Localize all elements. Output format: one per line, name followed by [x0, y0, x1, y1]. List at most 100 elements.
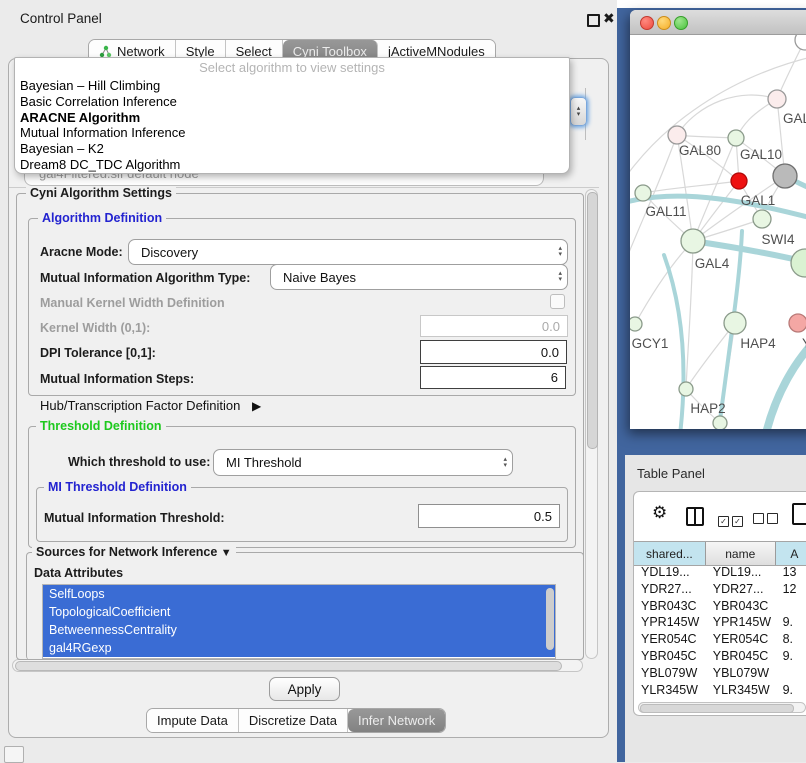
mi-steps-label: Mutual Information Steps: [40, 372, 194, 386]
network-window-titlebar[interactable] [630, 10, 806, 35]
column-header[interactable]: A [776, 542, 806, 565]
table-row[interactable]: YIL052CYIL052C9 [634, 699, 806, 700]
select-all-icon[interactable]: ✓✓ [718, 511, 746, 529]
algorithm-option[interactable]: Basic Correlation Inference [15, 94, 569, 110]
scrollbar-thumb[interactable] [587, 192, 598, 449]
table-cell [776, 599, 806, 616]
network-node[interactable] [713, 416, 727, 429]
table-cell: YIL052C [634, 699, 706, 700]
network-node[interactable] [773, 164, 797, 188]
expanded-arrow-icon: ▼ [221, 547, 232, 559]
network-node[interactable] [795, 35, 806, 50]
network-node-gcy1[interactable] [630, 317, 642, 331]
column-header[interactable]: name [706, 542, 776, 565]
data-attribute-item[interactable]: TopologicalCoefficient [43, 603, 555, 621]
manual-kernel-checkbox[interactable] [550, 294, 565, 309]
network-node-y[interactable] [789, 314, 806, 332]
data-attribute-item[interactable]: BetweennessCentrality [43, 621, 555, 639]
mi-steps-field[interactable]: 6 [420, 366, 566, 389]
aracne-mode-combo[interactable]: Discovery ▴▾ [128, 239, 568, 265]
zoom-traffic-light[interactable] [674, 16, 688, 30]
node-label: HAP4 [740, 336, 776, 351]
table-row[interactable]: YBL079WYBL079W [634, 666, 806, 683]
table-row[interactable]: YDL19...YDL19...13 [634, 565, 806, 582]
table-cell [776, 666, 806, 683]
split-columns-icon[interactable] [686, 507, 704, 526]
node-label: SWI4 [761, 232, 794, 247]
table-row[interactable]: YBR043CYBR043C [634, 599, 806, 616]
network-node-swi4[interactable] [791, 249, 806, 277]
node-label: HAP2 [690, 401, 725, 416]
data-attributes-list[interactable]: SelfLoopsTopologicalCoefficientBetweenne… [42, 584, 556, 659]
algorithm-combo-stepper[interactable]: ▴▾ [570, 97, 587, 126]
network-node-hap4[interactable] [724, 312, 746, 334]
table-panel-title: Table Panel [637, 466, 705, 481]
tab-discretize-data[interactable]: Discretize Data [239, 709, 348, 732]
table-cell: 9. [776, 615, 806, 632]
algorithm-option[interactable]: Mutual Information Inference [15, 125, 569, 141]
algorithm-definition-title: Algorithm Definition [38, 211, 166, 225]
algorithm-option[interactable]: Bayesian – Hill Climbing [15, 78, 569, 94]
network-node-gal11[interactable] [635, 185, 651, 201]
tab-infer-network[interactable]: Infer Network [348, 709, 445, 732]
gear-icon[interactable]: ⚙ [652, 503, 667, 523]
cyni-algorithm-settings-title: Cyni Algorithm Settings [26, 186, 176, 200]
mi-threshold-field[interactable]: 0.5 [418, 504, 560, 528]
kernel-width-field[interactable]: 0.0 [420, 315, 568, 337]
list-scrollbar-thumb[interactable] [546, 588, 554, 650]
restore-window-icon[interactable] [587, 14, 600, 27]
network-node[interactable] [731, 173, 747, 189]
document-icon[interactable] [792, 503, 806, 525]
algorithm-option[interactable]: Bayesian – K2 [15, 141, 569, 157]
sources-title-text: Sources for Network Inference [36, 545, 217, 559]
column-header[interactable]: shared... [634, 542, 706, 565]
aracne-mode-label: Aracne Mode: [40, 245, 123, 259]
table-cell: YER054C [634, 632, 706, 649]
minimized-panel-icon[interactable] [4, 746, 24, 763]
node-label: GAL80 [679, 143, 721, 158]
network-view-window[interactable]: GALGAL80GAL10GAL1GAL11GAL4SWI4GCY1HAP4YH… [630, 10, 806, 429]
table-row[interactable]: YLR345WYLR345W9. [634, 683, 806, 700]
network-graph-canvas[interactable]: GALGAL80GAL10GAL1GAL11GAL4SWI4GCY1HAP4YH… [630, 35, 806, 429]
algorithm-option[interactable]: Dream8 DC_TDC Algorithm [15, 157, 569, 173]
node-table: ⚙ ✓✓ shared...nameA YDL19...YDL19...13YD… [633, 491, 806, 716]
close-window-icon[interactable]: ✖ [603, 10, 615, 27]
mi-type-combo[interactable]: Naive Bayes ▴▾ [270, 264, 568, 290]
settings-horizontal-scrollbar[interactable] [12, 659, 583, 672]
data-attribute-item[interactable]: gal4RGexp [43, 639, 555, 657]
settings-vertical-scrollbar[interactable] [585, 189, 598, 659]
manual-kernel-label: Manual Kernel Width Definition [40, 296, 225, 310]
apply-button[interactable]: Apply [269, 677, 340, 701]
table-horizontal-scrollbar[interactable] [638, 702, 806, 713]
network-node-hap2[interactable] [679, 382, 693, 396]
sources-group-title[interactable]: Sources for Network Inference ▼ [32, 545, 236, 559]
minimize-traffic-light[interactable] [657, 16, 671, 30]
deselect-all-icon[interactable] [753, 511, 781, 529]
algorithm-option[interactable]: ARACNE Algorithm [15, 110, 569, 126]
network-node-gal[interactable] [768, 90, 786, 108]
dpi-tolerance-field[interactable]: 0.0 [420, 340, 567, 364]
table-row[interactable]: YPR145WYPR145W9. [634, 615, 806, 632]
scrollbar-thumb[interactable] [640, 704, 794, 713]
hub-definition-toggle[interactable]: Hub/Transcription Factor Definition ▶ [40, 398, 261, 413]
network-node-gal1[interactable] [753, 210, 771, 228]
table-cell: YDL19... [706, 565, 776, 582]
network-node-gal80[interactable] [668, 126, 686, 144]
data-attribute-item[interactable]: SelfLoops [43, 585, 555, 603]
network-node-gal4[interactable] [681, 229, 705, 253]
table-row[interactable]: YDR27...YDR27...12 [634, 582, 806, 599]
close-traffic-light[interactable] [640, 16, 654, 30]
table-cell: YDR27... [706, 582, 776, 599]
algorithm-dropdown-list: Bayesian – Hill ClimbingBasic Correlatio… [15, 78, 569, 173]
table-cell: YPR145W [706, 615, 776, 632]
table-row[interactable]: YER054CYER054C8. [634, 632, 806, 649]
tab-impute-data[interactable]: Impute Data [147, 709, 239, 732]
network-edge[interactable] [677, 95, 777, 135]
table-cell: YBR043C [634, 599, 706, 616]
network-edge[interactable] [643, 181, 739, 193]
network-edge[interactable] [686, 241, 693, 389]
table-row[interactable]: YBR045CYBR045C9. [634, 649, 806, 666]
which-threshold-combo[interactable]: MI Threshold ▴▾ [213, 449, 513, 476]
network-node-gal10[interactable] [728, 130, 744, 146]
scrollbar-thumb[interactable] [15, 661, 562, 671]
